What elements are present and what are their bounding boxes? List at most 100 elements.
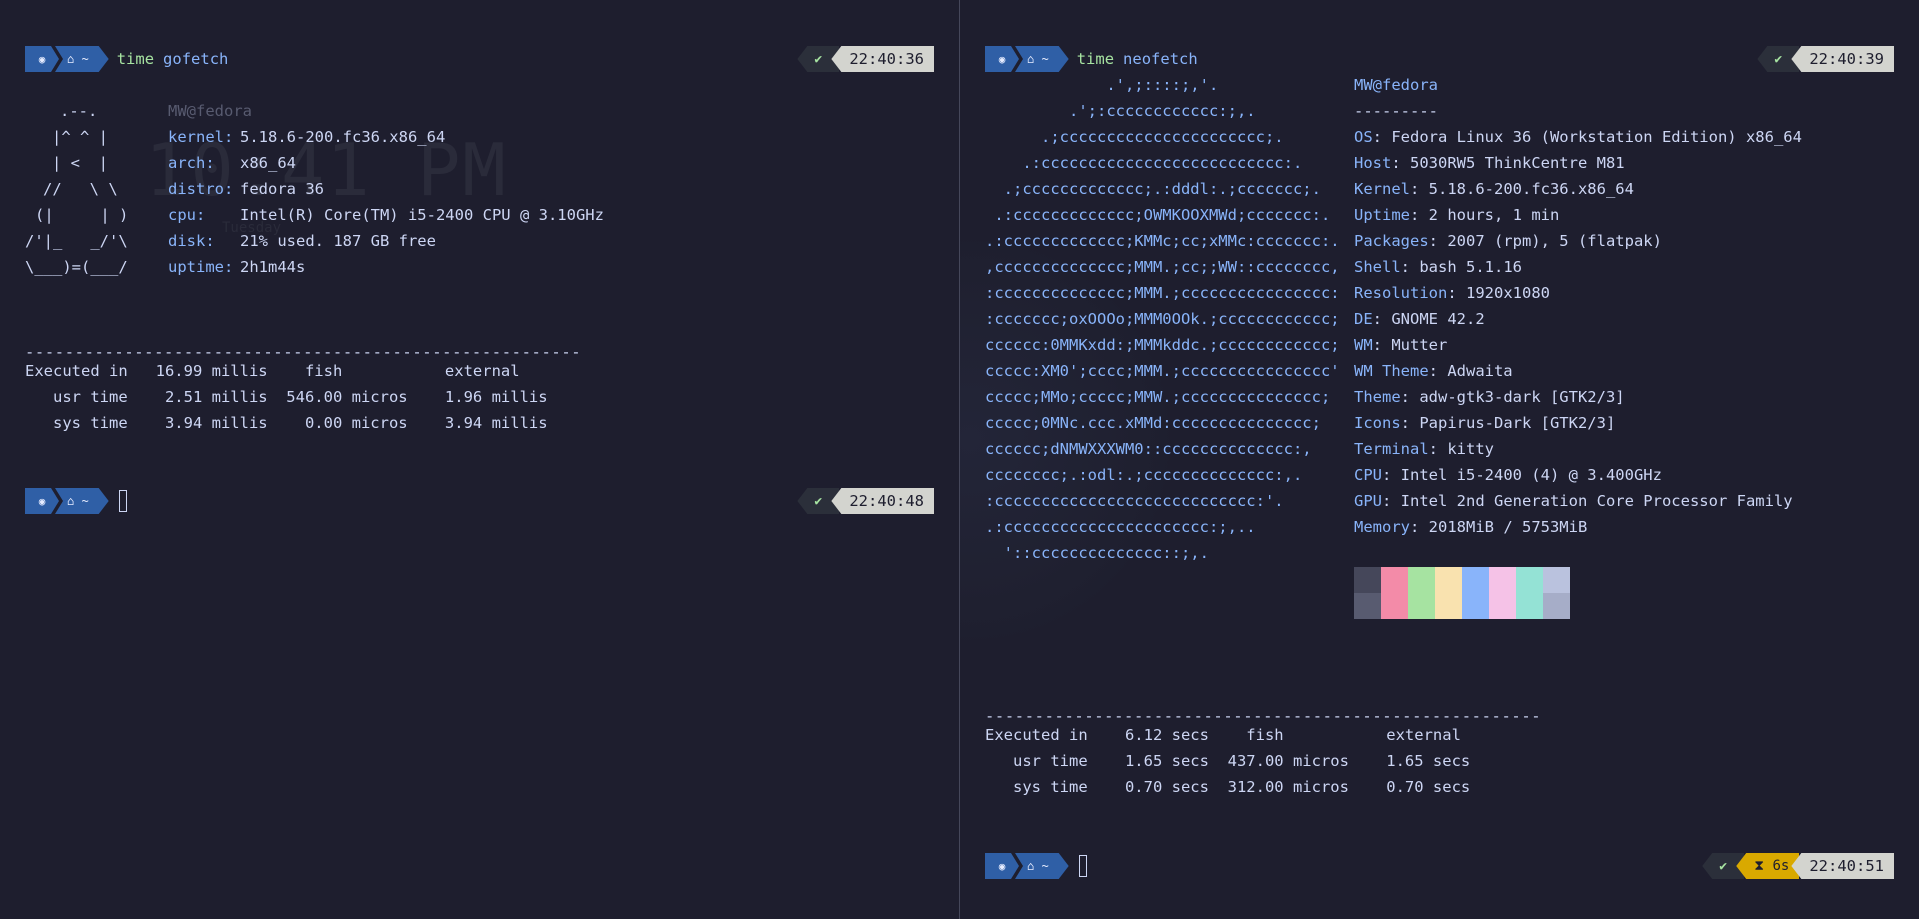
ascii-line: .--. bbox=[60, 102, 98, 120]
ascii-line: .:cccccccccccccccccccccccccc:. bbox=[985, 154, 1303, 172]
palette-row-bright bbox=[1354, 593, 1570, 619]
info-row: Host: 5030RW5 ThinkCentre M81 bbox=[1354, 154, 1625, 172]
command-arg: neofetch bbox=[1123, 50, 1198, 68]
prompt-right: ✔ 22:40:48 bbox=[797, 488, 934, 514]
home-icon: ⌂ bbox=[1027, 859, 1035, 873]
color-swatch bbox=[1435, 567, 1462, 593]
info-row: Shell: bash 5.1.16 bbox=[1354, 258, 1522, 276]
ascii-line: ,cccccccccccccc;MMM.;cc;;WW::cccccccc, bbox=[985, 258, 1340, 276]
timing-line: sys time 3.94 millis 0.00 micros 3.94 mi… bbox=[25, 414, 548, 432]
color-swatch bbox=[1354, 593, 1381, 619]
color-swatch bbox=[1543, 567, 1570, 593]
prompt-dir: ~ bbox=[81, 52, 89, 66]
color-swatch bbox=[1381, 567, 1408, 593]
ascii-line: .;cccccccccccccccccccccc;. bbox=[985, 128, 1284, 146]
ascii-line: |^ ^ | bbox=[52, 128, 108, 146]
right-terminal-pane[interactable]: ◉ ⌂ ~ time neofetch ✔ 22:40:39 .',;::::;… bbox=[960, 0, 1919, 919]
info-row: Resolution: 1920x1080 bbox=[1354, 284, 1550, 302]
prompt-dir: ~ bbox=[1041, 52, 1049, 66]
prompt-dir-segment: ⌂ ~ bbox=[1015, 46, 1069, 72]
info-row: arch: x86_64 bbox=[168, 154, 296, 172]
info-row: kernel: 5.18.6-200.fc36.x86_64 bbox=[168, 128, 446, 146]
color-swatch bbox=[1408, 593, 1435, 619]
color-swatch bbox=[1516, 593, 1543, 619]
fedora-icon: ◉ bbox=[985, 853, 1019, 879]
info-row: Theme: adw-gtk3-dark [GTK2/3] bbox=[1354, 388, 1625, 406]
info-row: CPU: Intel i5-2400 (4) @ 3.400GHz bbox=[1354, 466, 1662, 484]
ascii-line: \___)=(___/ bbox=[25, 258, 128, 276]
color-swatch bbox=[1543, 593, 1570, 619]
color-swatch bbox=[1408, 567, 1435, 593]
prompt-dir-segment: ⌂ ~ bbox=[1015, 853, 1069, 879]
fedora-icon: ◉ bbox=[985, 46, 1019, 72]
ascii-line: ccccc;0MNc.ccc.xMMd:ccccccccccccccc; bbox=[985, 414, 1321, 432]
ascii-line: cccccc;dNMWXXXWM0::cccccccccccccc:, bbox=[985, 440, 1312, 458]
prompt-time: 22:40:39 bbox=[1791, 46, 1894, 72]
info-row: WM Theme: Adwaita bbox=[1354, 362, 1513, 380]
info-row: distro: fedora 36 bbox=[168, 180, 324, 198]
info-row: WM: Mutter bbox=[1354, 336, 1448, 354]
prompt-left: ◉ ⌂ ~ bbox=[25, 488, 127, 514]
ascii-line: ccccc;MMo;ccccc;MMW.;ccccccccccccccc; bbox=[985, 388, 1331, 406]
command-word: time bbox=[116, 50, 155, 68]
timing-line: Executed in 6.12 secs fish external bbox=[985, 726, 1461, 744]
command-word: time bbox=[1076, 50, 1115, 68]
command-arg: gofetch bbox=[163, 50, 229, 68]
ascii-line: :cccccccccccccc;MMM.;cccccccccccccccc: bbox=[985, 284, 1340, 302]
prompt-time: 22:40:51 bbox=[1791, 853, 1894, 879]
home-icon: ⌂ bbox=[67, 52, 75, 66]
ascii-line: cccccc:0MMKxdd:;MMMkddc.;cccccccccccc; bbox=[985, 336, 1340, 354]
user-host-underline: --------- bbox=[1354, 102, 1438, 120]
ascii-line: :cccccccccccccccccccccccccccc:'. bbox=[985, 492, 1284, 510]
color-swatch bbox=[1354, 567, 1381, 593]
fedora-icon: ◉ bbox=[25, 488, 59, 514]
prompt-dir: ~ bbox=[81, 494, 89, 508]
prompt-dir: ~ bbox=[1041, 859, 1049, 873]
timing-line: Executed in 16.99 millis fish external bbox=[25, 362, 520, 380]
prompt-time: 22:40:48 bbox=[831, 488, 934, 514]
color-swatch bbox=[1462, 593, 1489, 619]
ascii-line: .';:cccccccccccc:;,. bbox=[985, 102, 1256, 120]
prompt-right: ✔ 22:40:36 bbox=[797, 46, 934, 72]
info-row: DE: GNOME 42.2 bbox=[1354, 310, 1485, 328]
color-swatch bbox=[1462, 567, 1489, 593]
info-row: cpu: Intel(R) Core(TM) i5-2400 CPU @ 3.10… bbox=[168, 206, 604, 224]
prompt-right: ✔ 22:40:39 bbox=[1757, 46, 1894, 72]
color-swatch bbox=[1489, 567, 1516, 593]
prompt-dir-segment: ⌂ ~ bbox=[55, 46, 109, 72]
ascii-line: /'|_ _/'\ bbox=[25, 232, 128, 250]
ascii-line: ccccc:XM0';cccc;MMM.;cccccccccccccccc' bbox=[985, 362, 1340, 380]
prompt-left: ◉ ⌂ ~ time neofetch bbox=[985, 46, 1198, 72]
left-terminal-pane[interactable]: 10:41 PM Tuesday ◉ ⌂ ~ time gofetch ✔ 22… bbox=[0, 0, 959, 919]
info-row: Uptime: 2 hours, 1 min bbox=[1354, 206, 1560, 224]
color-swatch bbox=[1381, 593, 1408, 619]
palette-row-normal bbox=[1354, 567, 1570, 593]
ascii-line: | < | bbox=[52, 154, 108, 172]
prompt-time: 22:40:36 bbox=[831, 46, 934, 72]
home-icon: ⌂ bbox=[67, 494, 75, 508]
info-row: Icons: Papirus-Dark [GTK2/3] bbox=[1354, 414, 1616, 432]
terminal-cursor[interactable] bbox=[118, 490, 127, 512]
info-row: Memory: 2018MiB / 5753MiB bbox=[1354, 518, 1588, 536]
info-row: Terminal: kitty bbox=[1354, 440, 1494, 458]
info-row: disk: 21% used. 187 GB free bbox=[168, 232, 436, 250]
home-icon: ⌂ bbox=[1027, 52, 1035, 66]
user-host: MW@fedora bbox=[168, 102, 252, 120]
prompt-right: ✔ ⧗ 6s 22:40:51 bbox=[1702, 853, 1894, 879]
info-row: Kernel: 5.18.6-200.fc36.x86_64 bbox=[1354, 180, 1634, 198]
duration-badge: ⧗ 6s bbox=[1736, 853, 1800, 879]
ascii-line: (| | ) bbox=[35, 206, 129, 224]
timing-line: usr time 1.65 secs 437.00 micros 1.65 se… bbox=[985, 752, 1471, 770]
color-swatch bbox=[1435, 593, 1462, 619]
prompt-dir-segment: ⌂ ~ bbox=[55, 488, 109, 514]
ascii-line: :ccccccc;oxOOOo;MMM0OOk.;cccccccccccc; bbox=[985, 310, 1340, 328]
color-swatch bbox=[1489, 593, 1516, 619]
user-host: MW@fedora bbox=[1354, 76, 1438, 94]
color-swatch bbox=[1516, 567, 1543, 593]
terminal-cursor[interactable] bbox=[1078, 855, 1087, 877]
ascii-line: // \ \ bbox=[43, 180, 118, 198]
ascii-line: '::cccccccccccccc::;,. bbox=[985, 544, 1209, 562]
info-row: GPU: Intel 2nd Generation Core Processor… bbox=[1354, 492, 1793, 510]
ascii-line: .;ccccccccccccc;.:dddl:.;ccccccc;. bbox=[985, 180, 1321, 198]
info-row: uptime: 2h1m44s bbox=[168, 258, 306, 276]
